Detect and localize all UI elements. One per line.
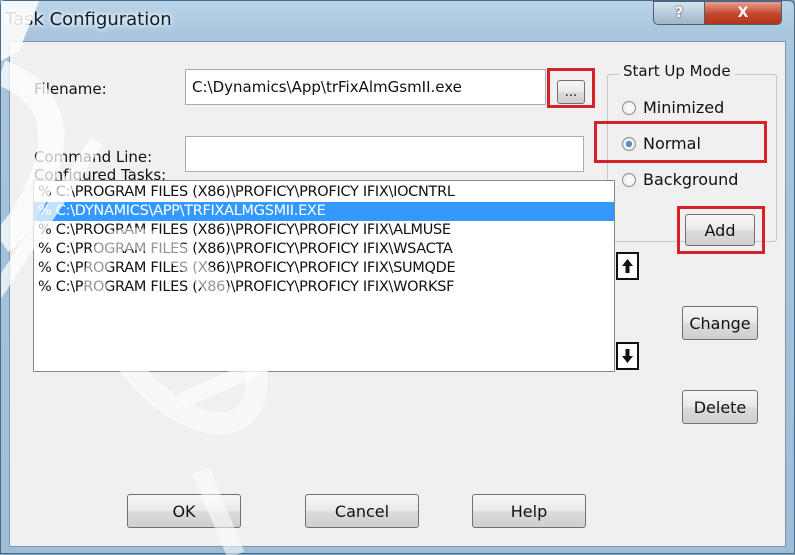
question-icon: ? bbox=[674, 5, 684, 21]
filename-label: Filename: bbox=[34, 80, 107, 98]
help-button[interactable]: Help bbox=[472, 494, 586, 528]
browse-highlight bbox=[547, 68, 595, 108]
dialog-body: Filename: C:\Dynamics\App\trFixAlmGsmII.… bbox=[9, 41, 786, 547]
normal-highlight bbox=[594, 121, 767, 163]
move-up-button[interactable] bbox=[616, 252, 639, 280]
command-line-field[interactable] bbox=[185, 136, 584, 172]
close-button[interactable]: X bbox=[704, 1, 782, 25]
radio-indicator bbox=[622, 172, 636, 187]
close-icon: X bbox=[737, 5, 749, 21]
ok-button[interactable]: OK bbox=[127, 494, 241, 528]
list-item[interactable]: % C:\PROGRAM FILES (X86)\PROFICY\PROFICY… bbox=[34, 259, 614, 278]
task-configuration-window: Task Configuration ? X Filename: C:\Dyna… bbox=[0, 0, 795, 555]
add-highlight bbox=[677, 206, 765, 254]
command-line-label: Command Line: bbox=[34, 148, 153, 166]
startup-mode-title: Start Up Mode bbox=[619, 62, 735, 80]
list-item[interactable]: % C:\PROGRAM FILES (X86)\PROFICY\PROFICY… bbox=[34, 240, 614, 259]
arrow-down-icon bbox=[622, 349, 633, 363]
radio-background[interactable]: Background bbox=[622, 170, 738, 189]
list-item[interactable]: % C:\PROGRAM FILES (X86)\PROFICY\PROFICY… bbox=[34, 278, 614, 297]
radio-background-label: Background bbox=[643, 170, 739, 189]
radio-minimized-label: Minimized bbox=[643, 98, 725, 117]
delete-button[interactable]: Delete bbox=[682, 390, 758, 424]
title-bar[interactable]: Task Configuration ? X bbox=[1, 1, 794, 41]
help-title-button[interactable]: ? bbox=[653, 1, 705, 25]
radio-minimized[interactable]: Minimized bbox=[622, 98, 724, 117]
list-item[interactable]: % C:\PROGRAM FILES (X86)\PROFICY\PROFICY… bbox=[34, 183, 614, 202]
filename-field[interactable]: C:\Dynamics\App\trFixAlmGsmII.exe bbox=[185, 69, 546, 105]
cancel-button[interactable]: Cancel bbox=[305, 494, 419, 528]
change-button[interactable]: Change bbox=[682, 306, 758, 340]
radio-indicator bbox=[622, 100, 636, 115]
window-title: Task Configuration bbox=[5, 9, 172, 30]
list-item-selected[interactable]: % C:\DYNAMICS\APP\TRFIXALMGSMII.EXE bbox=[34, 202, 614, 221]
list-item[interactable]: % C:\PROGRAM FILES (X86)\PROFICY\PROFICY… bbox=[34, 221, 614, 240]
move-down-button[interactable] bbox=[616, 342, 639, 370]
arrow-up-icon bbox=[622, 259, 633, 273]
configured-tasks-list[interactable]: % C:\PROGRAM FILES (X86)\PROFICY\PROFICY… bbox=[33, 180, 615, 372]
